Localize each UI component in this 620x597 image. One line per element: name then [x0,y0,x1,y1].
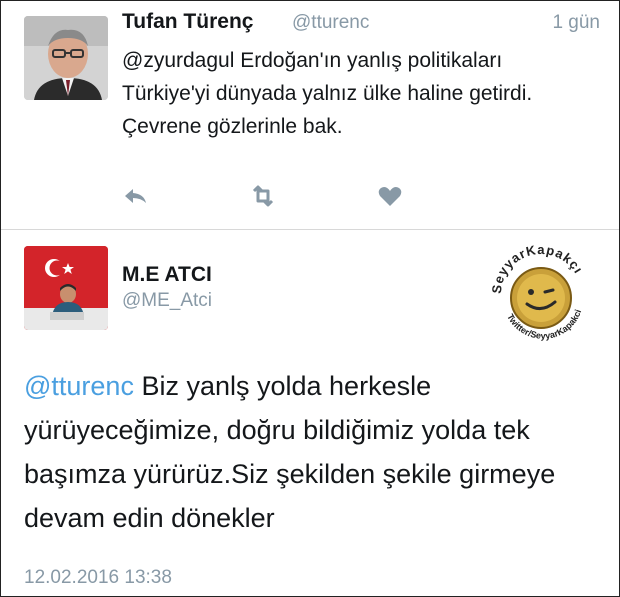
like-icon[interactable] [375,181,405,211]
tweet-date[interactable]: 12.02.2016 13:38 [24,567,172,589]
tweet-card-2[interactable]: M.E ATCI @ME_Atci SeyyarKapakçı Twitter/… [1,230,619,596]
tweet-text: @tturenc Biz yanlş yolda herkesle yürüye… [24,364,604,540]
tweet-text: @zyurdagul Erdoğan'ın yanlış politikalar… [122,49,533,138]
watermark-logo: SeyyarKapakçı Twitter/SeyyarKapakci [481,230,601,355]
display-name[interactable]: M.E ATCI [122,263,212,287]
bottle-cap-icon [510,267,572,329]
retweet-icon[interactable] [248,181,278,211]
screenshot-frame: Tufan Türenç @tturenc 1 gün @zyurdagul E… [0,0,620,597]
avatar-photo [24,246,108,330]
avatar[interactable] [24,246,108,330]
mention-link[interactable]: @tturenc [24,371,134,401]
tweet-card-1[interactable]: Tufan Türenç @tturenc 1 gün @zyurdagul E… [1,1,619,229]
tweet-actions [121,181,421,211]
user-handle[interactable]: @tturenc [292,12,369,34]
display-name[interactable]: Tufan Türenç [122,10,253,34]
avatar-photo [24,16,108,100]
user-handle[interactable]: @ME_Atci [122,290,212,312]
reply-icon[interactable] [121,181,151,211]
tweet-timestamp[interactable]: 1 gün [552,12,600,34]
avatar[interactable] [24,16,108,100]
